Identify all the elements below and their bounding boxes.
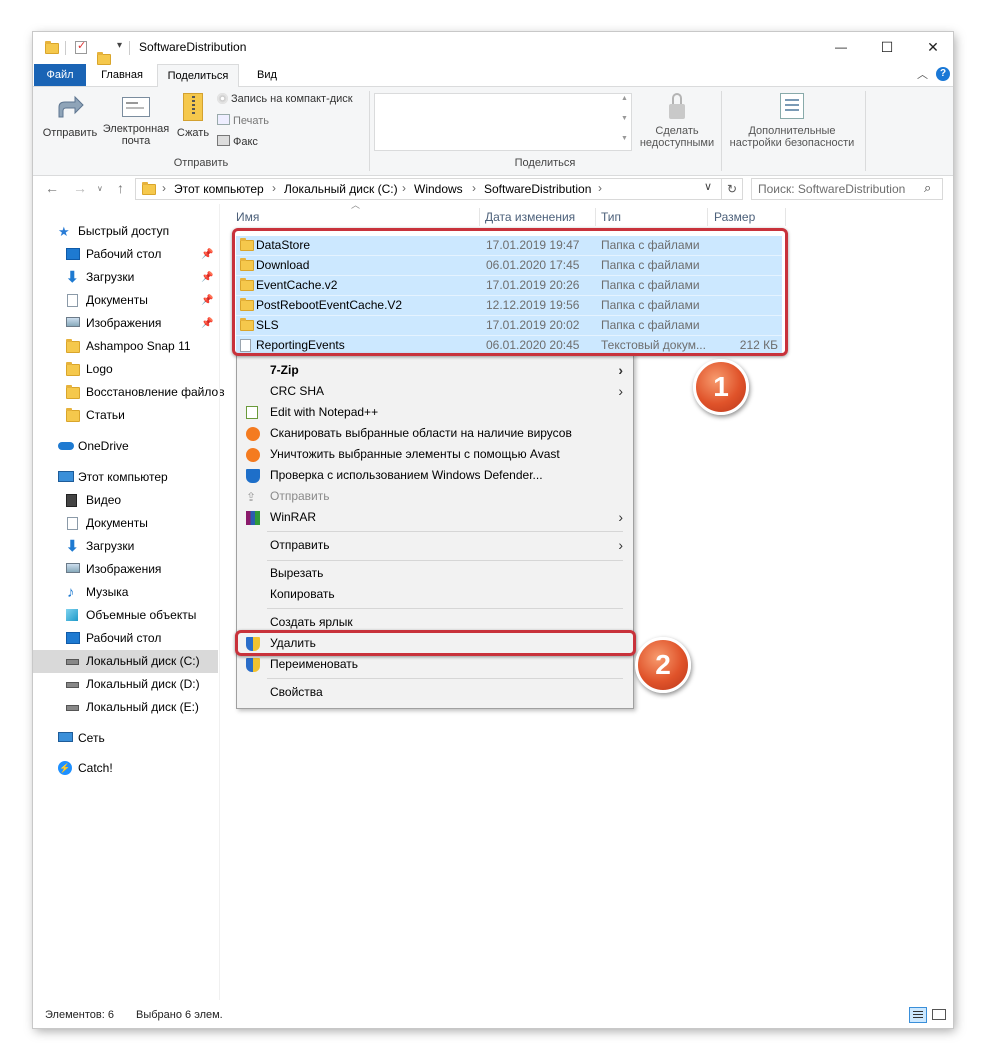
column-header-name[interactable]: Имя xyxy=(236,210,259,224)
menu-item-cut[interactable]: Вырезать xyxy=(237,563,633,584)
status-item-count: Элементов: 6 xyxy=(45,1009,114,1021)
menu-item-avast-scan[interactable]: Сканировать выбранные области на наличие… xyxy=(237,423,633,444)
menu-item-send-to[interactable]: Отправить › xyxy=(237,535,633,556)
winrar-icon xyxy=(246,511,260,525)
annotation-badge-2: 2 xyxy=(635,637,691,693)
notepadpp-icon xyxy=(246,406,258,419)
avast-icon xyxy=(246,448,260,462)
explorer-window: ✓ ▾ SoftwareDistribution — ☐ ✕ Файл Глав… xyxy=(33,32,953,1028)
annotation-delete-highlight xyxy=(235,630,636,656)
menu-separator xyxy=(267,678,623,679)
column-header-type[interactable]: Тип xyxy=(601,210,621,224)
menu-item-copy[interactable]: Копировать xyxy=(237,584,633,605)
large-icons-view-button[interactable] xyxy=(932,1009,946,1020)
annotation-badge-1: 1 xyxy=(693,359,749,415)
column-header-date[interactable]: Дата изменения xyxy=(485,210,575,224)
menu-item-avast-shred[interactable]: Уничтожить выбранные элементы с помощью … xyxy=(237,444,633,465)
chevron-right-icon: › xyxy=(618,383,623,399)
menu-separator xyxy=(267,560,623,561)
chevron-right-icon: › xyxy=(618,362,623,378)
menu-item-share-disabled[interactable]: ⇪ Отправить xyxy=(237,486,633,507)
tab-share[interactable]: Поделиться xyxy=(157,64,239,87)
menu-separator xyxy=(267,531,623,532)
avast-icon xyxy=(246,427,260,441)
menu-item-winrar[interactable]: WinRAR › xyxy=(237,507,633,528)
chevron-right-icon: › xyxy=(618,509,623,525)
column-separator[interactable] xyxy=(479,208,480,226)
column-separator[interactable] xyxy=(707,208,708,226)
menu-item-rename[interactable]: Переименовать xyxy=(237,654,633,675)
share-arrow-icon: ⇪ xyxy=(246,490,257,504)
menu-item-properties[interactable]: Свойства xyxy=(237,682,633,703)
column-header-size[interactable]: Размер xyxy=(714,210,755,224)
chevron-right-icon: › xyxy=(618,537,623,553)
details-view-button[interactable] xyxy=(909,1007,927,1023)
sort-indicator-icon: ︿ xyxy=(351,200,361,210)
column-separator[interactable] xyxy=(785,208,786,226)
menu-item-crc-sha[interactable]: CRC SHA › xyxy=(237,381,633,402)
menu-separator xyxy=(267,608,623,609)
annotation-selection-highlight xyxy=(232,228,788,356)
column-separator[interactable] xyxy=(595,208,596,226)
status-selected-count: Выбрано 6 элем. xyxy=(136,1009,223,1021)
menu-item-7zip[interactable]: 7-Zip › xyxy=(237,360,633,381)
menu-item-notepadpp[interactable]: Edit with Notepad++ xyxy=(237,402,633,423)
menu-item-defender[interactable]: Проверка с использованием Windows Defend… xyxy=(237,465,633,486)
status-bar: Элементов: 6 Выбрано 6 элем. xyxy=(33,1002,953,1028)
defender-shield-icon xyxy=(246,469,260,483)
uac-shield-icon xyxy=(246,658,260,672)
